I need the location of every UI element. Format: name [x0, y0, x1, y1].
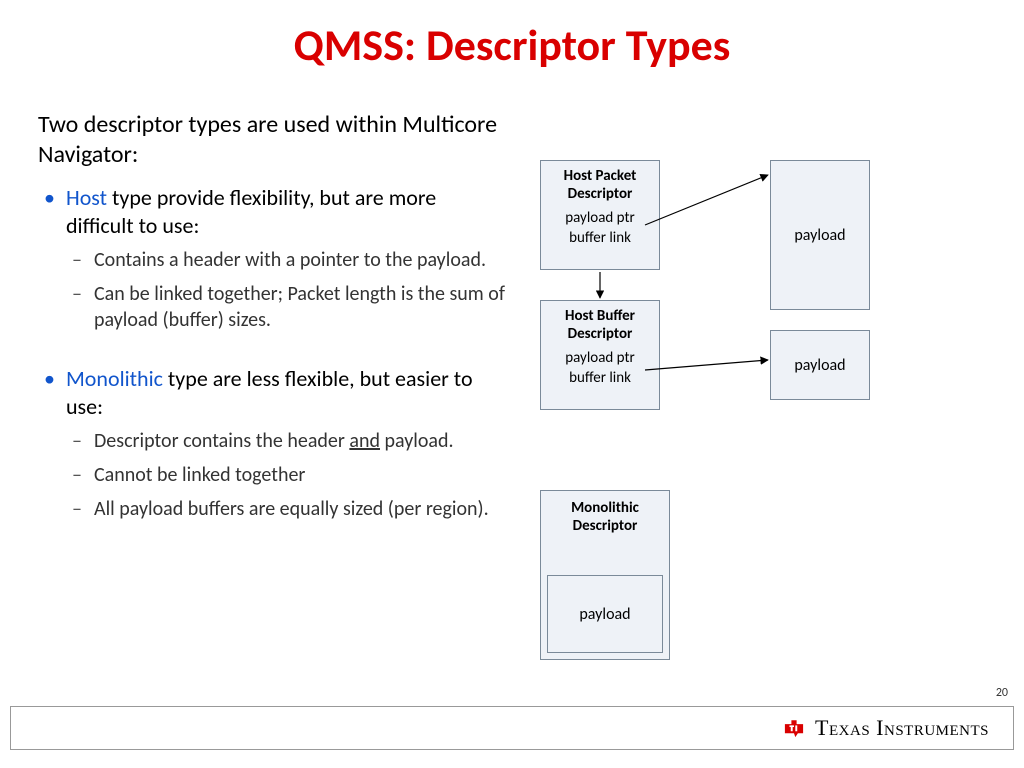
keyword-monolithic: Monolithic	[66, 365, 163, 392]
page-number: 20	[996, 686, 1008, 700]
text-content: Two descriptor types are used within Mul…	[38, 110, 508, 522]
payload-ptr-label: payload ptr	[565, 209, 634, 227]
mono-inner-payload: payload	[547, 575, 663, 653]
slide-title: QMSS: Descriptor Types	[0, 0, 1024, 72]
box-host-buffer-descriptor: Host Buffer Descriptor payload ptr buffe…	[540, 300, 660, 410]
bullet-monolithic: Monolithic type are less flexible, but e…	[38, 365, 508, 522]
lead-text: Two descriptor types are used within Mul…	[38, 110, 508, 170]
bullet-host-text: type provide flexibility, but are more d…	[66, 184, 436, 239]
sub-item: Can be linked together; Packet length is…	[66, 281, 508, 333]
ti-logo-icon	[781, 715, 807, 741]
keyword-host: Host	[66, 184, 107, 211]
box-title: Host Packet Descriptor	[541, 161, 659, 205]
box-title: Host Buffer Descriptor	[541, 301, 659, 345]
buffer-link-label: buffer link	[569, 229, 631, 247]
sub-item: Contains a header with a pointer to the …	[66, 247, 508, 273]
box-payload-1: payload	[770, 160, 870, 310]
brand-text: Texas Instruments	[815, 715, 989, 741]
box-payload-2: payload	[770, 330, 870, 400]
buffer-link-label: buffer link	[569, 369, 631, 387]
bullet-list: Monolithic type are less flexible, but e…	[38, 365, 508, 522]
brand: Texas Instruments	[781, 715, 989, 741]
box-title: Monolithic Descriptor	[541, 493, 669, 537]
sub-list-mono: Descriptor contains the header and paylo…	[66, 428, 508, 522]
bullet-host: Host type provide flexibility, but are m…	[38, 184, 508, 333]
payload-label: payload	[771, 331, 869, 399]
box-host-packet-descriptor: Host Packet Descriptor payload ptr buffe…	[540, 160, 660, 270]
bullet-list: Host type provide flexibility, but are m…	[38, 184, 508, 333]
box-body: payload ptr buffer link	[541, 345, 659, 396]
box-monolithic-descriptor: Monolithic Descriptor payload	[540, 490, 670, 660]
sub-item: All payload buffers are equally sized (p…	[66, 496, 508, 522]
slide: QMSS: Descriptor Types Two descriptor ty…	[0, 0, 1024, 768]
sub-item: Descriptor contains the header and paylo…	[66, 428, 508, 454]
box-body: payload ptr buffer link	[541, 205, 659, 256]
sub-item: Cannot be linked together	[66, 462, 508, 488]
payload-ptr-label: payload ptr	[565, 349, 634, 367]
footer-bar: Texas Instruments	[10, 706, 1014, 750]
diagram-area: Host Packet Descriptor payload ptr buffe…	[520, 160, 1000, 700]
sub-list-host: Contains a header with a pointer to the …	[66, 247, 508, 333]
payload-label: payload	[771, 161, 869, 309]
